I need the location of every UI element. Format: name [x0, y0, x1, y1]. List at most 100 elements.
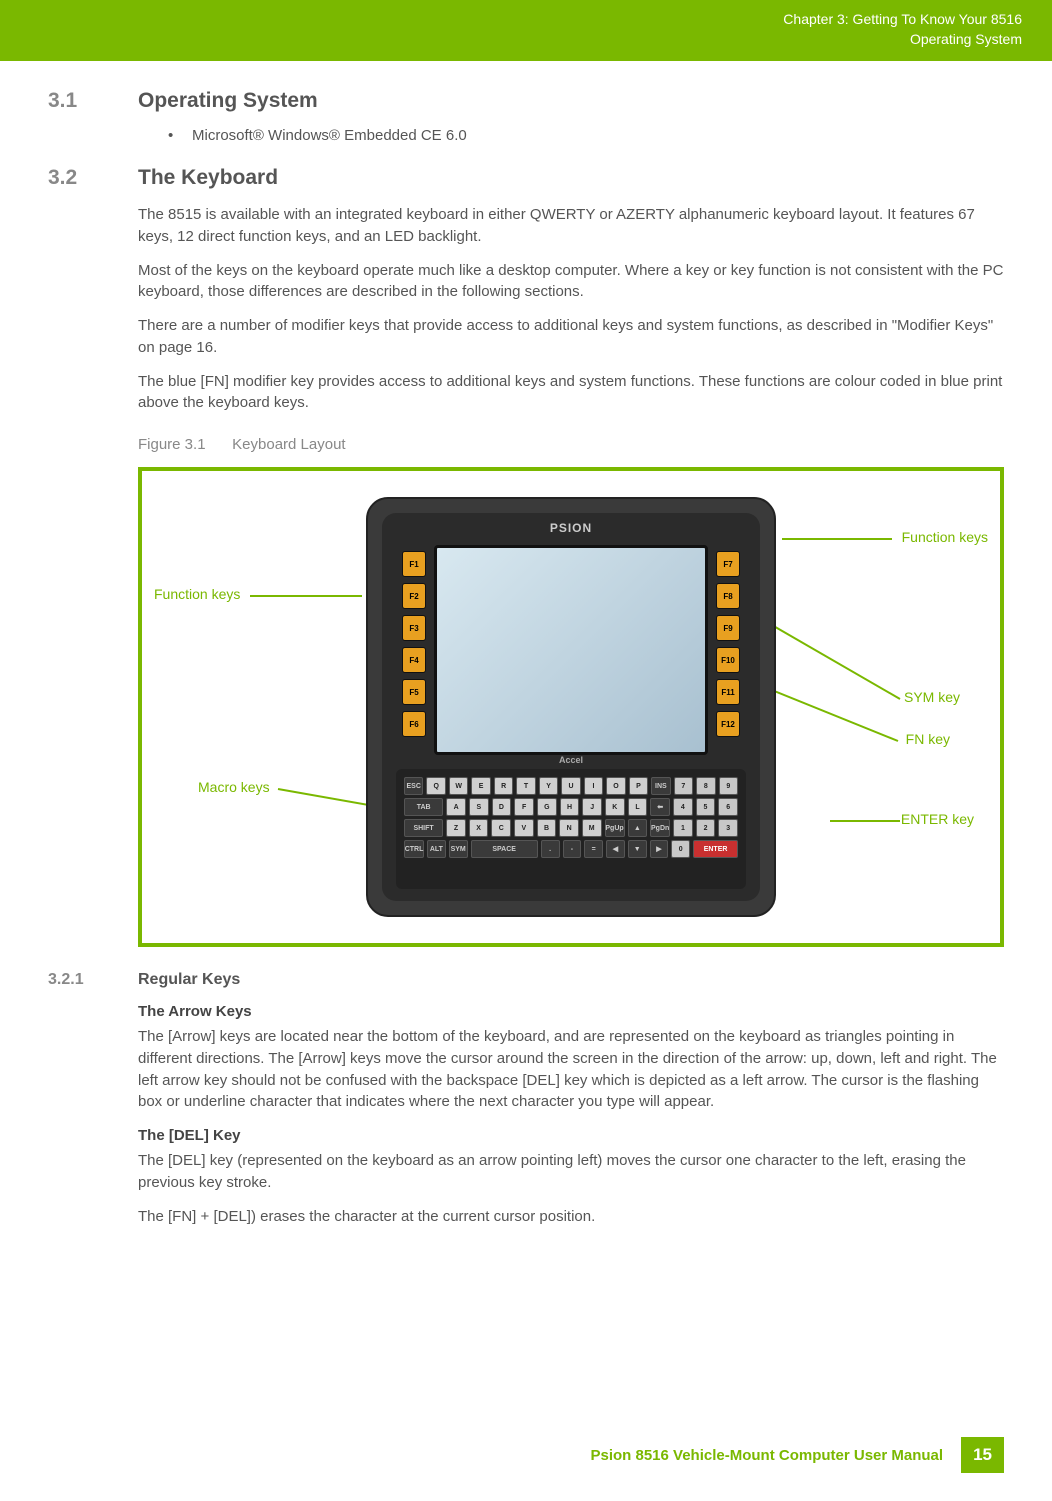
key: K: [605, 798, 625, 816]
paragraph: The [Arrow] keys are located near the bo…: [138, 1026, 1004, 1113]
key: 5: [696, 798, 716, 816]
fkey: F12: [716, 711, 740, 737]
sub-heading-del-key: The [DEL] Key: [138, 1127, 1004, 1144]
fkey: F8: [716, 583, 740, 609]
key: 1: [673, 819, 693, 837]
paragraph: The 8515 is available with an integrated…: [138, 204, 1004, 248]
paragraph: The [DEL] key (represented on the keyboa…: [138, 1150, 1004, 1194]
key: 7: [674, 777, 693, 795]
key: A: [446, 798, 466, 816]
callout-enter-key: ENTER key: [901, 811, 974, 827]
key: 9: [719, 777, 738, 795]
fkey: F5: [402, 679, 426, 705]
callout-function-keys-left: Function keys: [154, 586, 240, 602]
fkey-column-left: F1 F2 F3 F4 F5 F6: [402, 551, 426, 737]
section-3-1: 3.1 Operating System: [48, 89, 1004, 113]
callout-line: [830, 820, 900, 822]
key: U: [561, 777, 580, 795]
key-alt: ALT: [427, 840, 446, 858]
key: S: [469, 798, 489, 816]
key: L: [628, 798, 648, 816]
fkey: F11: [716, 679, 740, 705]
key: Q: [426, 777, 445, 795]
key: F: [514, 798, 534, 816]
key: C: [491, 819, 511, 837]
section-title: The Keyboard: [138, 166, 278, 190]
section-number: 3.1: [48, 89, 138, 113]
key: W: [449, 777, 468, 795]
keyboard-row: SHIFT ZXCVBNM PgUp▲PgDn 123: [404, 819, 738, 837]
section-title: Operating System: [138, 89, 318, 113]
key: 6: [718, 798, 738, 816]
key: M: [582, 819, 602, 837]
figure-title: Keyboard Layout: [232, 436, 345, 453]
key-shift: SHIFT: [404, 819, 443, 837]
bullet-marker: •: [168, 127, 192, 144]
callout-line: [250, 595, 362, 597]
key: -: [563, 840, 582, 858]
key: =: [584, 840, 603, 858]
key: J: [582, 798, 602, 816]
key-right: ▶: [650, 840, 669, 858]
paragraph: Most of the keys on the keyboard operate…: [138, 260, 1004, 304]
key: .: [541, 840, 560, 858]
fkey: F9: [716, 615, 740, 641]
paragraph: The blue [FN] modifier key provides acce…: [138, 371, 1004, 415]
key: T: [516, 777, 535, 795]
key: PgDn: [650, 819, 670, 837]
device-brand: PSION: [382, 521, 760, 535]
key: V: [514, 819, 534, 837]
key-enter: ENTER: [693, 840, 738, 858]
key: X: [469, 819, 489, 837]
key-tab: TAB: [404, 798, 443, 816]
page-number: 15: [961, 1437, 1004, 1473]
section-3-2: 3.2 The Keyboard: [48, 166, 1004, 190]
device-screen: [434, 545, 708, 755]
header-sub: Operating System: [30, 30, 1022, 50]
key-space: SPACE: [471, 840, 538, 858]
keyboard-label: Accel: [396, 755, 746, 765]
figure-number: Figure 3.1: [138, 436, 228, 453]
key-sym: SYM: [449, 840, 468, 858]
bullet-text: Microsoft® Windows® Embedded CE 6.0: [192, 127, 467, 144]
fkey-column-right: F7 F8 F9 F10 F11 F12: [716, 551, 740, 737]
keyboard-row: TAB ASDFGHJKL ⬅ 456: [404, 798, 738, 816]
key-down: ▼: [628, 840, 647, 858]
fkey: F4: [402, 647, 426, 673]
key: Y: [539, 777, 558, 795]
paragraph: The [FN] + [DEL]) erases the character a…: [138, 1206, 1004, 1228]
key-ins: INS: [651, 777, 670, 795]
fkey: F6: [402, 711, 426, 737]
section-number: 3.2: [48, 166, 138, 190]
keyboard-row: ESC QWERTYUIOP INS 789: [404, 777, 738, 795]
header-chapter: Chapter 3: Getting To Know Your 8516: [30, 10, 1022, 30]
paragraph: There are a number of modifier keys that…: [138, 315, 1004, 359]
key-del: ⬅: [650, 798, 670, 816]
key: R: [494, 777, 513, 795]
key: 8: [696, 777, 715, 795]
subsection-number: 3.2.1: [48, 971, 138, 989]
fkey: F7: [716, 551, 740, 577]
callout-line: [782, 538, 892, 540]
key: I: [584, 777, 603, 795]
page-content: 3.1 Operating System • Microsoft® Window…: [0, 61, 1052, 1227]
key-esc: ESC: [404, 777, 423, 795]
key: 2: [696, 819, 716, 837]
page-footer: Psion 8516 Vehicle-Mount Computer User M…: [590, 1437, 1004, 1473]
key: Z: [446, 819, 466, 837]
callout-fn-key: FN key: [906, 731, 950, 747]
key: B: [537, 819, 557, 837]
bullet-item: • Microsoft® Windows® Embedded CE 6.0: [168, 127, 1004, 144]
key-ctrl: CTRL: [404, 840, 424, 858]
page-header: Chapter 3: Getting To Know Your 8516 Ope…: [0, 0, 1052, 61]
subsection-title: Regular Keys: [138, 971, 240, 989]
callout-sym-key: SYM key: [904, 689, 960, 705]
sub-heading-arrow-keys: The Arrow Keys: [138, 1003, 1004, 1020]
callout-macro-keys: Macro keys: [198, 779, 270, 795]
key: O: [606, 777, 625, 795]
key-up: ▲: [628, 819, 648, 837]
figure-caption: Figure 3.1 Keyboard Layout: [138, 436, 1004, 453]
key: 4: [673, 798, 693, 816]
key-left: ◀: [606, 840, 625, 858]
key: 3: [718, 819, 738, 837]
